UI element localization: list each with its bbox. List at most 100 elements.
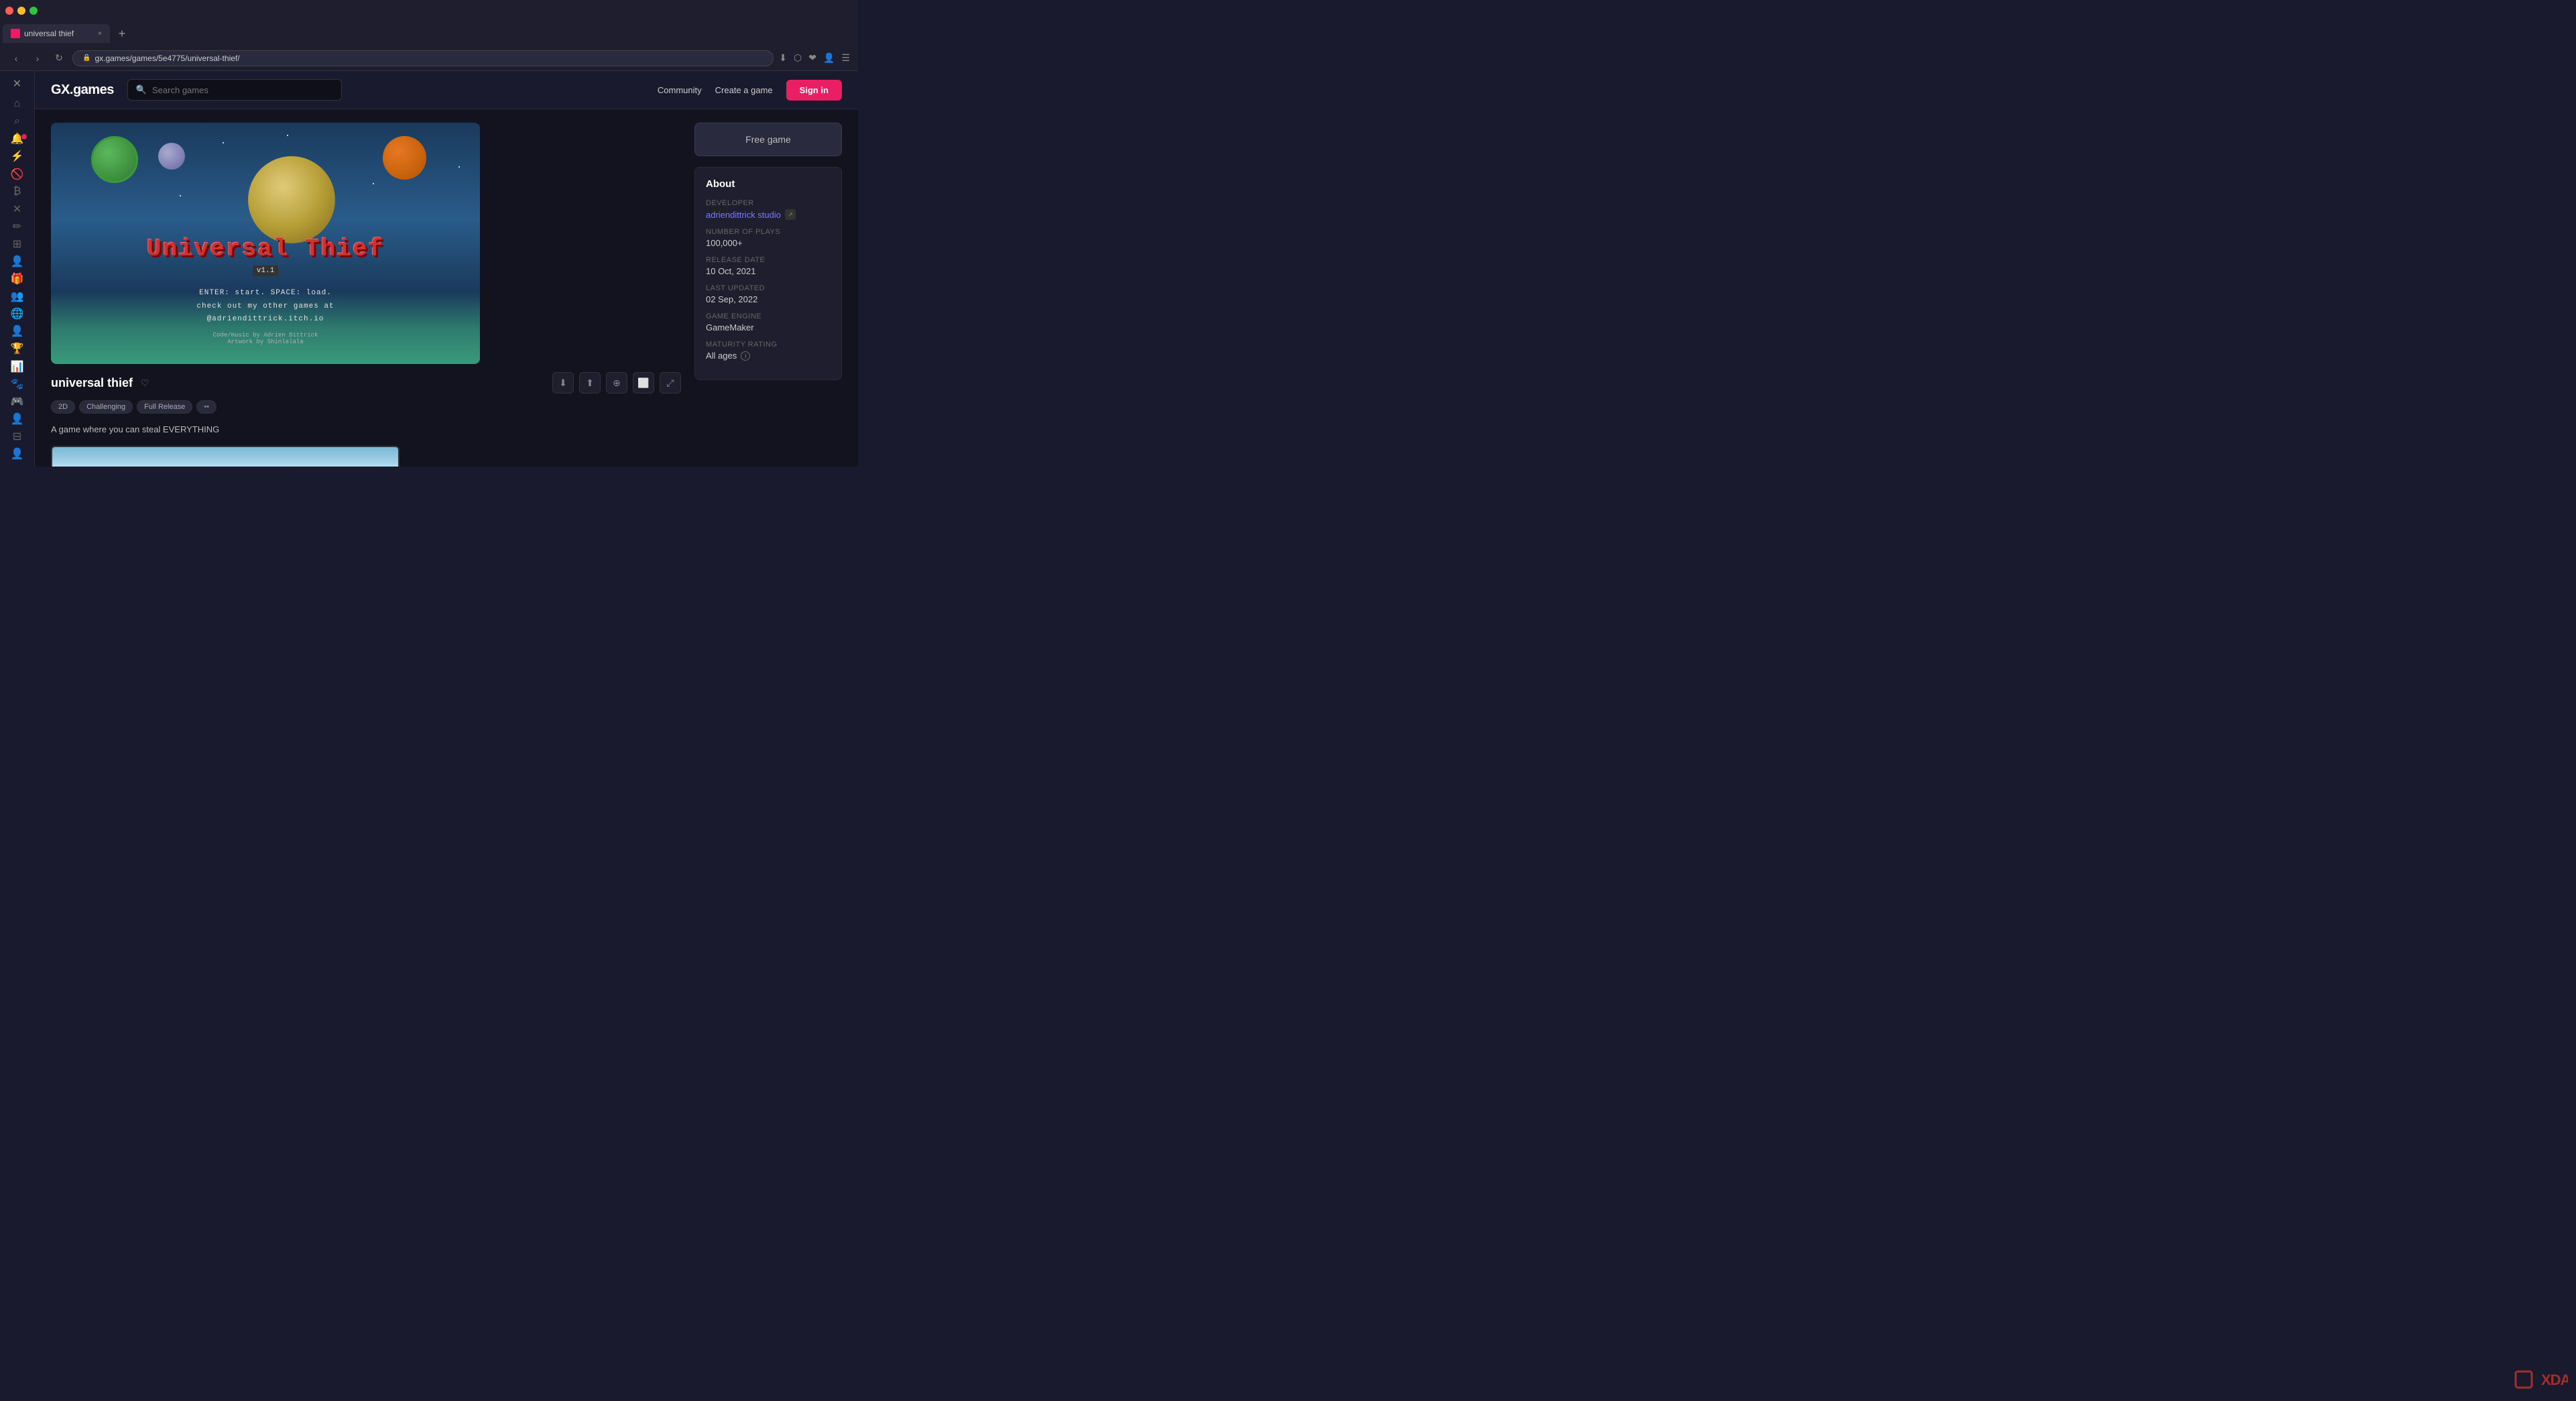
maturity-info-icon[interactable]: i xyxy=(741,351,750,361)
sidebar-icon-block[interactable]: 🚫 xyxy=(5,166,29,181)
browser-titlebar xyxy=(0,0,858,21)
game-description: A game where you can steal EVERYTHING xyxy=(51,423,681,436)
create-game-link[interactable]: Create a game xyxy=(715,85,773,95)
download-icon[interactable]: ⬇ xyxy=(779,52,787,64)
favorite-icon[interactable]: ♡ xyxy=(141,377,149,389)
lock-icon: 🔒 xyxy=(82,54,90,62)
sidebar-icon-globe[interactable]: 🌐 xyxy=(5,306,29,321)
sidebar-icon-person4[interactable]: 👤 xyxy=(5,446,29,461)
extensions-icon[interactable]: ⬡ xyxy=(794,52,802,64)
sidebar-icon-person3[interactable]: 👤 xyxy=(5,412,29,426)
address-bar[interactable]: 🔒 gx.games/games/5e4775/universal-thief/ xyxy=(72,50,774,66)
sidebar-icon-pen[interactable]: ✏ xyxy=(5,219,29,234)
game-title: universal thief xyxy=(51,376,133,390)
favorites-icon[interactable]: ❤ xyxy=(808,52,816,64)
game-screenshot-bg: Universal Thief v1.1 ENTER: start. SPACE… xyxy=(51,123,480,364)
maturity-value: All ages i xyxy=(706,351,831,361)
tag-challenging[interactable]: Challenging xyxy=(79,400,133,414)
developer-link-icon: ↗ xyxy=(785,209,796,220)
developer-value: adriendittrick studio ↗ xyxy=(706,209,831,220)
search-container: 🔍 xyxy=(127,79,342,101)
browser-tab-active[interactable]: universal thief × xyxy=(3,24,110,43)
search-input[interactable] xyxy=(152,85,333,95)
xda-logo: XDA xyxy=(2514,1370,2568,1389)
nav-forward-btn[interactable]: › xyxy=(29,50,46,66)
site-logo: GX.games xyxy=(51,82,114,98)
engine-value: GameMaker xyxy=(706,322,831,332)
developer-link[interactable]: adriendittrick studio xyxy=(706,210,781,220)
sidebar-icon-wallet[interactable]: ₿ xyxy=(5,184,29,199)
sign-in-btn[interactable]: Sign in xyxy=(786,80,842,101)
maturity-label: Maturity rating xyxy=(706,341,831,349)
instruction-line3: @adriendittrick.itch.io xyxy=(196,313,334,326)
about-title: About xyxy=(706,178,831,190)
sidebar-icon-game[interactable]: 🎮 xyxy=(5,394,29,409)
tab-favicon xyxy=(11,29,20,38)
sidebar-icon-person1[interactable]: 👤 xyxy=(5,254,29,269)
game-tags: 2D Challenging Full Release •• xyxy=(51,400,681,414)
about-engine-row: Game engine GameMaker xyxy=(706,312,831,332)
tag-2d[interactable]: 2D xyxy=(51,400,75,414)
tab-close-btn[interactable]: × xyxy=(98,30,102,38)
profile-icon[interactable]: 👤 xyxy=(823,52,835,64)
about-card: About Developer adriendittrick studio ↗ … xyxy=(694,167,842,380)
share-btn[interactable]: ⬆ xyxy=(579,372,601,393)
tag-full-release[interactable]: Full Release xyxy=(137,400,192,414)
sidebar-icon-paw[interactable]: 🐾 xyxy=(5,377,29,391)
maturity-text: All ages xyxy=(706,351,737,361)
sidebar-close-btn[interactable]: ✕ xyxy=(5,76,29,91)
window-btn[interactable]: ⬜ xyxy=(633,372,654,393)
browser-min-btn[interactable] xyxy=(17,7,25,15)
nav-back-btn[interactable]: ‹ xyxy=(8,50,24,66)
sidebar-icon-home[interactable]: ⌂ xyxy=(5,97,29,111)
sidebar-icon-group[interactable]: 👥 xyxy=(5,289,29,304)
browser-max-btn[interactable] xyxy=(29,7,38,15)
about-release-row: Release date 10 Oct, 2021 xyxy=(706,256,831,276)
updated-value: 02 Sep, 2022 xyxy=(706,294,831,304)
tag-more[interactable]: •• xyxy=(196,400,217,414)
sidebar-icon-person2[interactable]: 👤 xyxy=(5,324,29,339)
sidebar-icon-energy[interactable]: ⚡ xyxy=(5,149,29,164)
browser-chrome: universal thief × + ‹ › ↻ 🔒 gx.games/gam… xyxy=(0,0,858,71)
gx-sidebar: ✕ ⌂ ⌕ 🔔 ⚡ 🚫 ₿ ✕ ✏ ⊞ 👤 🎁 👥 🌐 👤 🏆 📊 🐾 🎮 👤 … xyxy=(0,71,35,467)
sidebar-icon-search[interactable]: ⌕ xyxy=(5,114,29,129)
engine-label: Game engine xyxy=(706,312,831,320)
sidebar-icon-table[interactable]: ⊟ xyxy=(5,429,29,444)
sidebar-icon-trophy[interactable]: 🏆 xyxy=(5,341,29,356)
planet-earth xyxy=(91,136,138,183)
game-version: v1.1 xyxy=(253,265,278,276)
game-screenshot: Universal Thief v1.1 ENTER: start. SPACE… xyxy=(51,123,480,364)
credits-line2: Artwork by Shinlalala xyxy=(213,339,318,345)
page-body: Universal Thief v1.1 ENTER: start. SPACE… xyxy=(35,109,858,467)
notification-badge xyxy=(21,134,27,139)
community-link[interactable]: Community xyxy=(658,85,702,95)
release-label: Release date xyxy=(706,256,831,264)
game-content-overlay: Universal Thief v1.1 ENTER: start. SPACE… xyxy=(147,141,384,345)
about-developer-row: Developer adriendittrick studio ↗ xyxy=(706,199,831,220)
tab-title: universal thief xyxy=(24,29,74,38)
site-header: GX.games 🔍 Community Create a game Sign … xyxy=(35,71,858,109)
add-btn[interactable]: ⊕ xyxy=(606,372,627,393)
sidebar-icon-x[interactable]: ✕ xyxy=(5,202,29,217)
browser-addressbar: ‹ › ↻ 🔒 gx.games/games/5e4775/universal-… xyxy=(0,46,858,71)
sidebar-icon-notifications[interactable]: 🔔 xyxy=(5,131,29,146)
browser-close-btn[interactable] xyxy=(5,7,13,15)
plays-label: Number of plays xyxy=(706,228,831,236)
fullscreen-btn[interactable]: ⤢ xyxy=(660,372,681,393)
sidebar-icon-gift[interactable]: 🎁 xyxy=(5,271,29,286)
nav-refresh-btn[interactable]: ↻ xyxy=(51,50,67,66)
new-tab-btn[interactable]: + xyxy=(113,24,131,43)
game-title-overlay: Universal Thief xyxy=(147,235,384,263)
game-info-bar: universal thief ♡ ⬇ ⬆ ⊕ ⬜ ⤢ xyxy=(51,372,681,393)
menu-icon[interactable]: ☰ xyxy=(841,52,850,64)
download-btn[interactable]: ⬇ xyxy=(552,372,574,393)
plays-value: 100,000+ xyxy=(706,238,831,248)
sidebar-icon-grid[interactable]: ⊞ xyxy=(5,237,29,251)
battle-screenshot: You 10/10 DOOR 3/3 SLAM xyxy=(51,446,400,467)
free-game-btn[interactable]: Free game xyxy=(694,123,842,156)
sidebar-icon-chart[interactable]: 📊 xyxy=(5,359,29,374)
game-credits: Code/music by Adrien Dittrick Artwork by… xyxy=(213,332,318,345)
credits-line1: Code/music by Adrien Dittrick xyxy=(213,332,318,339)
battle-scene: You 10/10 DOOR 3/3 xyxy=(52,447,398,467)
main-content: GX.games 🔍 Community Create a game Sign … xyxy=(35,71,858,467)
